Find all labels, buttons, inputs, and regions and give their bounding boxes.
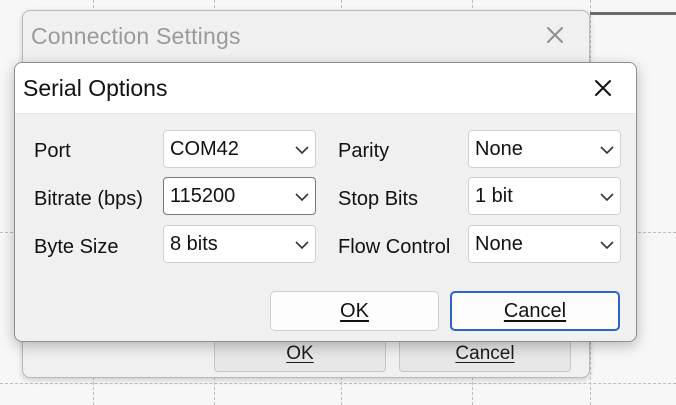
chevron-down-icon	[600, 146, 614, 155]
bitrate-select-value: 115200	[170, 185, 236, 207]
port-label: Port	[34, 140, 71, 162]
byte-size-select[interactable]: 8 bits	[163, 225, 316, 263]
chevron-down-icon	[600, 241, 614, 250]
cancel-button[interactable]: Cancel	[450, 291, 620, 331]
parity-select-value: None	[475, 138, 523, 160]
chevron-down-icon	[295, 193, 309, 202]
chevron-down-icon	[295, 146, 309, 155]
dialog-titlebar: Serial Options	[15, 63, 636, 114]
back-cancel-label: Cancel	[455, 343, 515, 364]
bitrate-select[interactable]: 115200	[163, 177, 316, 215]
close-button[interactable]	[537, 17, 573, 53]
connection-settings-title: Connection Settings	[31, 23, 241, 49]
byte-size-label: Byte Size	[34, 236, 119, 258]
parity-label: Parity	[338, 140, 390, 162]
serial-options-dialog: Serial Options Port COM42 Bitrate (bps) …	[14, 62, 637, 342]
flow-control-select[interactable]: None	[468, 225, 621, 263]
ok-button[interactable]: OK	[270, 291, 439, 331]
close-icon	[595, 80, 611, 96]
chevron-down-icon	[600, 193, 614, 202]
stop-bits-select[interactable]: 1 bit	[468, 177, 621, 215]
close-icon	[547, 27, 563, 43]
close-button[interactable]	[584, 69, 622, 107]
top-divider-line	[590, 12, 676, 15]
stop-bits-select-value: 1 bit	[475, 185, 513, 207]
ok-button-label: OK	[340, 299, 369, 322]
back-ok-label: OK	[286, 343, 314, 364]
bitrate-label: Bitrate (bps)	[34, 188, 143, 210]
grid-line	[0, 383, 676, 384]
cancel-button-label: Cancel	[503, 299, 567, 322]
flow-control-select-value: None	[475, 233, 523, 255]
stop-bits-label: Stop Bits	[338, 188, 419, 210]
chevron-down-icon	[295, 241, 309, 250]
flow-control-label: Flow Control	[338, 236, 451, 258]
parity-select[interactable]: None	[468, 130, 621, 168]
byte-size-select-value: 8 bits	[170, 233, 218, 255]
port-select[interactable]: COM42	[163, 130, 316, 168]
port-select-value: COM42	[170, 138, 239, 160]
dialog-title: Serial Options	[23, 75, 168, 101]
